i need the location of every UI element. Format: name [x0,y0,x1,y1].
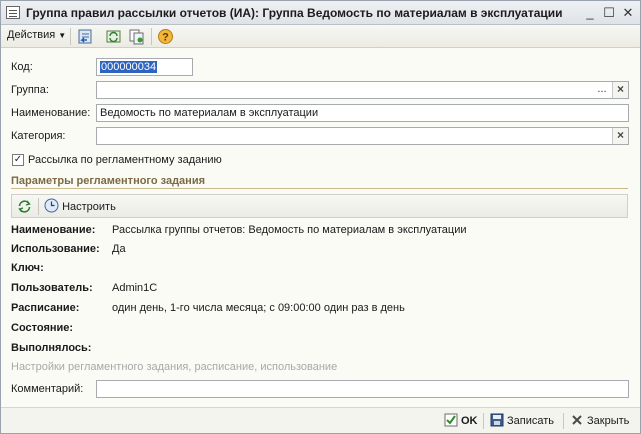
code-value: 000000034 [100,61,158,73]
maximize-button[interactable]: ☐ [600,4,618,22]
ok-button[interactable]: OK [444,413,478,427]
code-field[interactable]: 000000034 [96,58,193,76]
title-bar[interactable]: Группа правил рассылки отчетов (ИА): Гру… [1,1,640,25]
key-label: Ключ: [11,262,44,274]
bottom-bar: OK Записать Закрыть [1,407,640,433]
schedule-section-title: Параметры регламентного задания [11,175,206,187]
actions-menu-button[interactable]: Действия ▼ [7,29,66,41]
refresh-schedule-icon[interactable] [16,198,33,215]
refresh-icon[interactable] [105,28,122,45]
ok-icon [444,413,458,427]
user-label: Пользователь: [11,282,93,294]
group-select-button[interactable]: ... [594,82,610,98]
configure-button[interactable]: Настроить [44,198,116,215]
section-divider [11,188,628,189]
group-clear-icon[interactable]: × [612,82,628,98]
category-label: Категория: [11,130,66,142]
schedule-toolbar: Настроить [11,194,628,218]
toolbar-separator [38,198,39,215]
actions-label: Действия [7,29,56,41]
user-value: Admin1C [112,282,158,294]
usage-label: Использование: [11,243,100,255]
mailing-checkbox[interactable]: ✓ [12,154,24,166]
dialog-window: Группа правил рассылки отчетов (ИА): Гру… [0,0,641,434]
close-button[interactable]: Закрыть [570,413,629,427]
minimize-button[interactable]: _ [581,4,599,22]
help-icon[interactable]: ? [157,28,174,45]
schedule-value: один день, 1-го числа месяца; с 09:00:00… [112,302,405,314]
job-name-value: Рассылка группы отчетов: Ведомость по ма… [112,224,467,236]
window-title: Группа правил рассылки отчетов (ИА): Гру… [26,6,563,20]
category-field[interactable]: × [96,127,629,145]
toolbar-separator [151,28,152,45]
ok-label: OK [461,415,478,427]
save-label: Записать [507,415,555,427]
usage-value: Да [112,243,126,255]
group-label: Группа: [11,84,49,96]
configure-label: Настроить [62,201,116,213]
button-separator [563,413,564,429]
job-name-label: Наименование: [11,224,96,236]
clock-icon [44,198,59,213]
toolbar: Действия ▼ ? [1,25,640,48]
svg-text:?: ? [162,32,169,44]
last-run-label: Выполнялось: [11,342,92,354]
close-icon [572,415,582,425]
name-label: Наименование: [11,107,91,119]
state-label: Состояние: [11,322,74,334]
code-label: Код: [11,61,33,73]
save-close-icon[interactable] [77,28,94,45]
group-field[interactable]: ... × [96,81,629,99]
floppy-icon [490,413,504,427]
copy-icon[interactable] [128,28,145,45]
comment-label: Комментарий: [11,383,84,395]
toolbar-separator [70,28,71,45]
category-clear-icon[interactable]: × [612,128,628,144]
button-separator [483,413,484,429]
dropdown-arrow-icon: ▼ [58,31,67,40]
save-button[interactable]: Записать [490,413,554,427]
close-label: Закрыть [587,415,630,427]
mailing-checkbox-label[interactable]: Рассылка по регламентному заданию [28,154,222,166]
schedule-hint: Настройки регламентного задания, расписа… [11,361,338,373]
name-field[interactable]: Ведомость по материалам в эксплуатации [96,104,629,122]
schedule-label: Расписание: [11,302,80,314]
comment-field[interactable] [96,380,629,398]
form-icon [6,6,20,19]
close-window-button[interactable]: ✕ [619,4,637,22]
